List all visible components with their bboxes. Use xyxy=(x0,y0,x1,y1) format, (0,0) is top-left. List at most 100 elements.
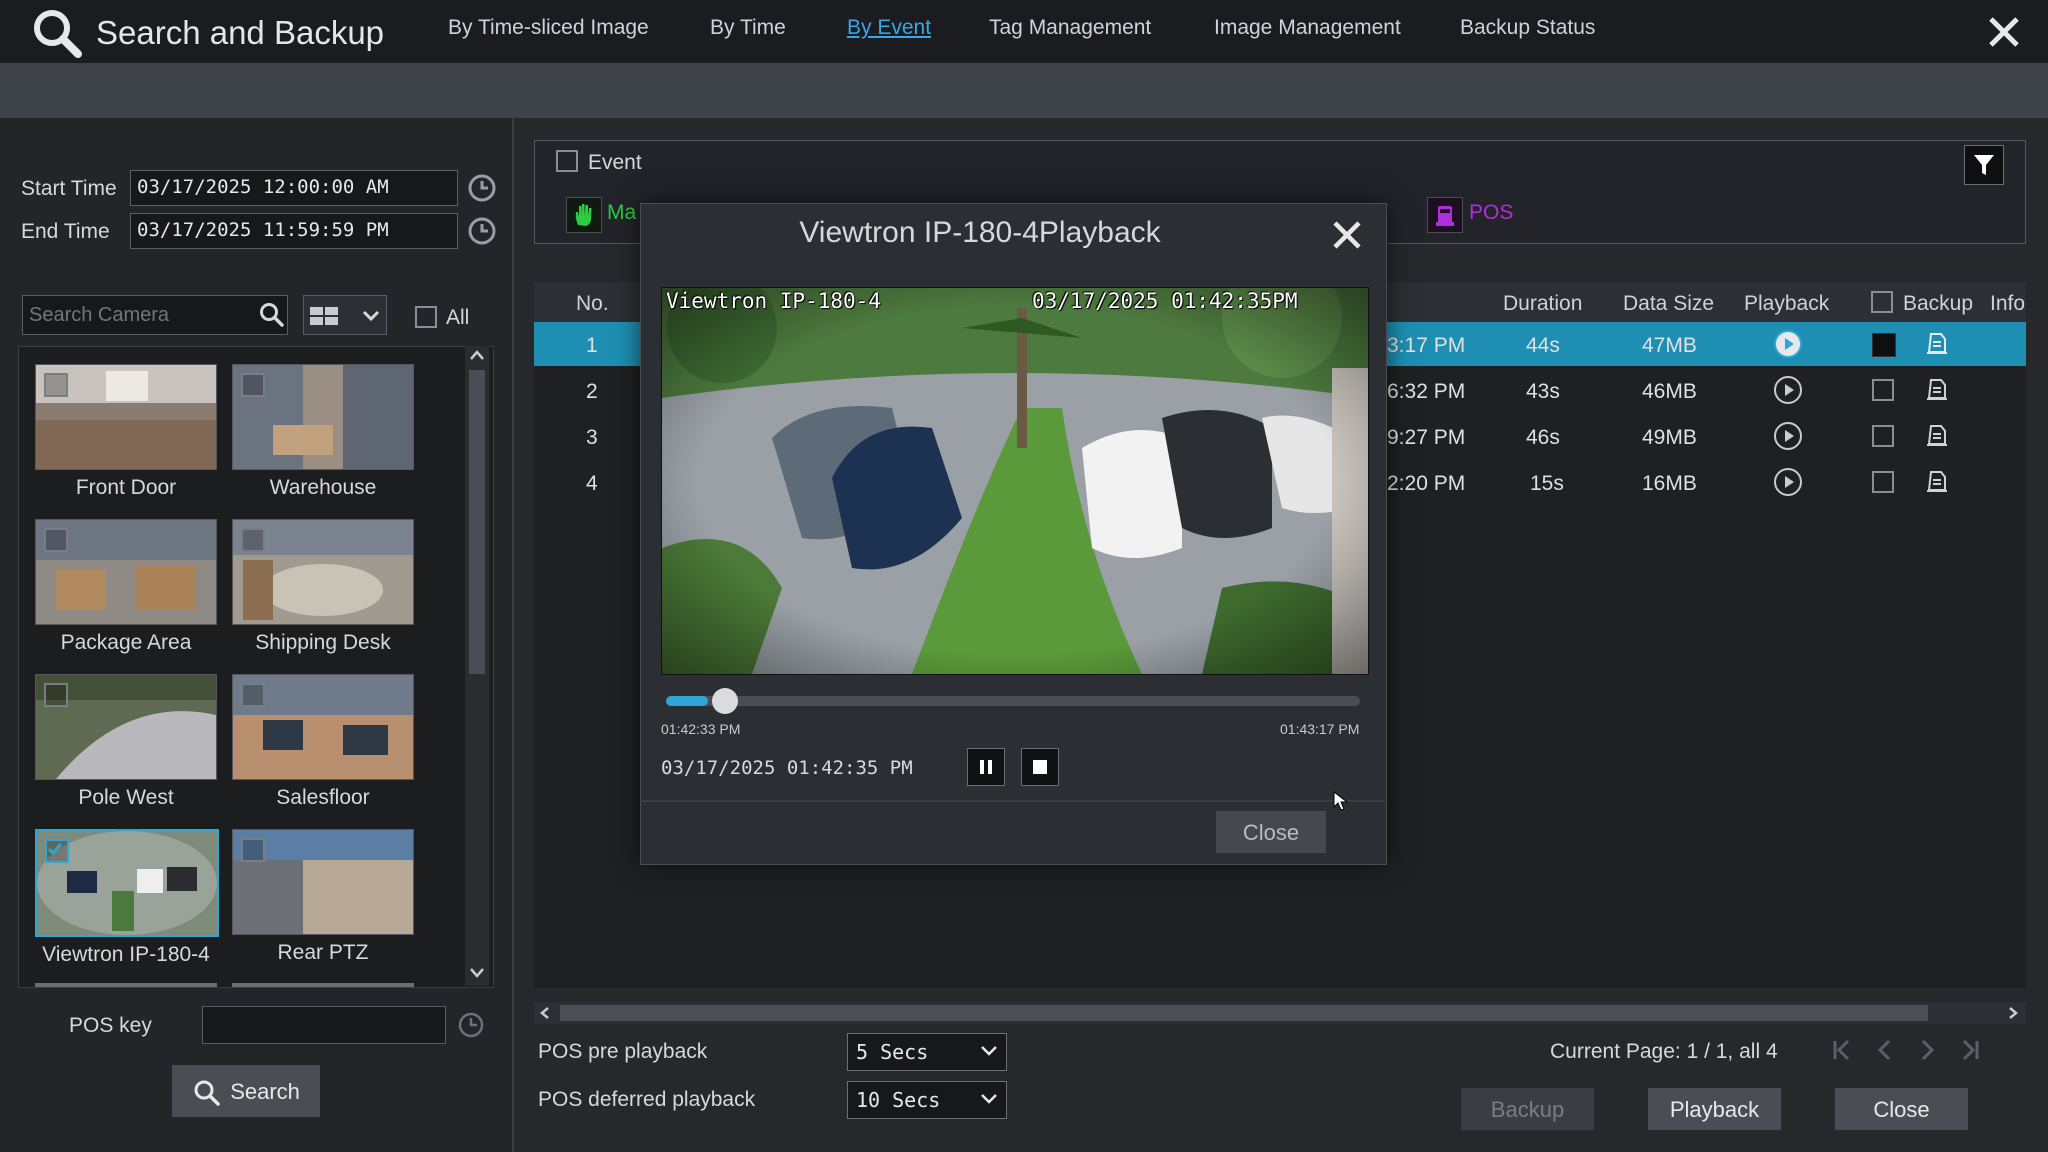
search-icon xyxy=(28,4,86,62)
tab-image-management[interactable]: Image Management xyxy=(1214,16,1401,40)
scroll-up-icon[interactable] xyxy=(469,348,485,362)
camera-tile[interactable]: Rear PTZ xyxy=(232,829,414,965)
column-header-data-size: Data Size xyxy=(1623,292,1715,315)
next-page-icon[interactable] xyxy=(1915,1038,1939,1062)
all-checkbox[interactable] xyxy=(415,306,437,328)
row-time: 2:20 PM xyxy=(1387,472,1466,495)
dialog-close-icon[interactable] xyxy=(1330,218,1364,252)
column-header-info: Info xyxy=(1990,292,2026,315)
info-icon[interactable] xyxy=(1924,376,1950,402)
last-page-icon[interactable] xyxy=(1958,1038,1982,1062)
camera-thumbnail xyxy=(232,364,414,470)
search-icon[interactable] xyxy=(258,301,284,327)
column-header-duration: Duration xyxy=(1503,292,1583,315)
stop-icon xyxy=(1033,760,1047,774)
mouse-cursor-icon xyxy=(1332,790,1350,812)
info-icon[interactable] xyxy=(1924,468,1950,494)
scroll-right-icon[interactable] xyxy=(2006,1006,2020,1020)
prev-page-icon[interactable] xyxy=(1873,1038,1897,1062)
scrollbar-thumb[interactable] xyxy=(560,1005,1928,1021)
clock-icon[interactable] xyxy=(467,173,497,203)
row-number: 1 xyxy=(586,334,598,357)
search-button[interactable]: Search xyxy=(172,1065,320,1117)
first-page-icon[interactable] xyxy=(1830,1038,1854,1062)
stop-button[interactable] xyxy=(1021,748,1059,786)
search-icon xyxy=(192,1078,220,1106)
play-icon[interactable] xyxy=(1773,329,1803,359)
clock-icon[interactable] xyxy=(467,216,497,246)
pos-deferred-playback-select[interactable]: 10 Secs xyxy=(847,1081,1007,1119)
camera-tile[interactable]: Warehouse xyxy=(232,364,414,500)
check-icon xyxy=(47,843,63,856)
event-checkbox[interactable] xyxy=(556,150,578,172)
video-frame[interactable]: Viewtron IP-180-4 03/17/2025 01:42:35PM xyxy=(661,287,1369,675)
video-camera-name: Viewtron IP-180-4 xyxy=(666,289,881,313)
window-close-icon[interactable] xyxy=(1986,14,2022,50)
camera-name: Viewtron IP-180-4 xyxy=(42,943,210,966)
camera-tile[interactable]: Pole West xyxy=(35,674,217,810)
camera-name: Pole West xyxy=(78,786,174,809)
dialog-title: Viewtron IP-180-4Playback xyxy=(799,216,1161,249)
info-icon[interactable] xyxy=(1924,422,1950,448)
camera-name: Front Door xyxy=(75,476,177,499)
manual-event-icon[interactable] xyxy=(566,197,602,233)
start-time-field[interactable]: 03/17/2025 12:00:00 AM xyxy=(130,170,458,206)
pos-deferred-playback-value: 10 Secs xyxy=(856,1088,941,1112)
scrollbar-thumb[interactable] xyxy=(469,370,485,674)
dialog-close-button[interactable]: Close xyxy=(1216,811,1326,853)
playback-progress-knob[interactable] xyxy=(711,688,738,714)
tab-by-time[interactable]: By Time xyxy=(710,16,786,40)
camera-thumbnail xyxy=(35,674,217,780)
play-icon[interactable] xyxy=(1773,421,1803,451)
info-icon[interactable] xyxy=(1924,330,1950,356)
pos-pre-playback-select[interactable]: 5 Secs xyxy=(847,1033,1007,1071)
pos-key-field[interactable] xyxy=(202,1006,446,1044)
backup-button[interactable]: Backup xyxy=(1461,1088,1594,1130)
playback-button[interactable]: Playback xyxy=(1648,1088,1781,1130)
row-number: 3 xyxy=(586,426,598,449)
layout-dropdown[interactable] xyxy=(303,295,387,335)
grid-layout-icon xyxy=(310,307,338,325)
backup-checkbox[interactable] xyxy=(1872,425,1894,447)
pause-button[interactable] xyxy=(967,748,1005,786)
close-button[interactable]: Close xyxy=(1835,1088,1968,1130)
current-playback-time: 03/17/2025 01:42:35 PM xyxy=(661,757,913,779)
pos-key-label: POS key xyxy=(69,1014,152,1037)
column-header-backup: Backup xyxy=(1903,292,1974,315)
tab-by-time-sliced-image[interactable]: By Time-sliced Image xyxy=(448,16,649,40)
camera-tile[interactable]: Viewtron IP-180-4 xyxy=(35,829,219,967)
scroll-left-icon[interactable] xyxy=(538,1006,552,1020)
backup-checkbox[interactable] xyxy=(1872,379,1894,401)
clock-icon[interactable] xyxy=(457,1011,485,1039)
pos-deferred-playback-label: POS deferred playback xyxy=(538,1088,756,1111)
pos-pre-playback-value: 5 Secs xyxy=(856,1040,929,1064)
camera-search-input[interactable] xyxy=(22,295,288,335)
row-data-size: 47MB xyxy=(1642,334,1697,357)
scroll-down-icon[interactable] xyxy=(469,966,485,980)
camera-tile[interactable]: Package Area xyxy=(35,519,217,655)
tab-tag-management[interactable]: Tag Management xyxy=(989,16,1151,40)
camera-thumbnail-partial xyxy=(35,983,217,987)
playback-progress-track[interactable] xyxy=(666,696,1360,706)
play-icon[interactable] xyxy=(1773,375,1803,405)
search-button-label: Search xyxy=(230,1079,300,1105)
camera-tile[interactable]: Shipping Desk xyxy=(232,519,414,655)
end-time-field[interactable]: 03/17/2025 11:59:59 PM xyxy=(130,213,458,249)
pos-event-icon[interactable] xyxy=(1427,197,1463,233)
backup-all-checkbox[interactable] xyxy=(1871,291,1893,313)
play-icon[interactable] xyxy=(1773,467,1803,497)
camera-name: Rear PTZ xyxy=(277,941,369,964)
row-time: 9:27 PM xyxy=(1387,426,1466,449)
camera-name: Salesfloor xyxy=(276,786,370,809)
camera-thumbnail-partial xyxy=(232,983,414,987)
camera-thumbnail xyxy=(232,519,414,625)
end-time-label: End Time xyxy=(21,220,110,243)
camera-tile[interactable]: Salesfloor xyxy=(232,674,414,810)
tab-by-event[interactable]: By Event xyxy=(847,16,931,40)
pos-pre-playback-label: POS pre playback xyxy=(538,1040,708,1063)
camera-tile[interactable]: Front Door xyxy=(35,364,217,500)
filter-icon[interactable] xyxy=(1964,145,2004,185)
backup-checkbox[interactable] xyxy=(1872,333,1896,357)
backup-checkbox[interactable] xyxy=(1872,471,1894,493)
tab-backup-status[interactable]: Backup Status xyxy=(1460,16,1595,40)
